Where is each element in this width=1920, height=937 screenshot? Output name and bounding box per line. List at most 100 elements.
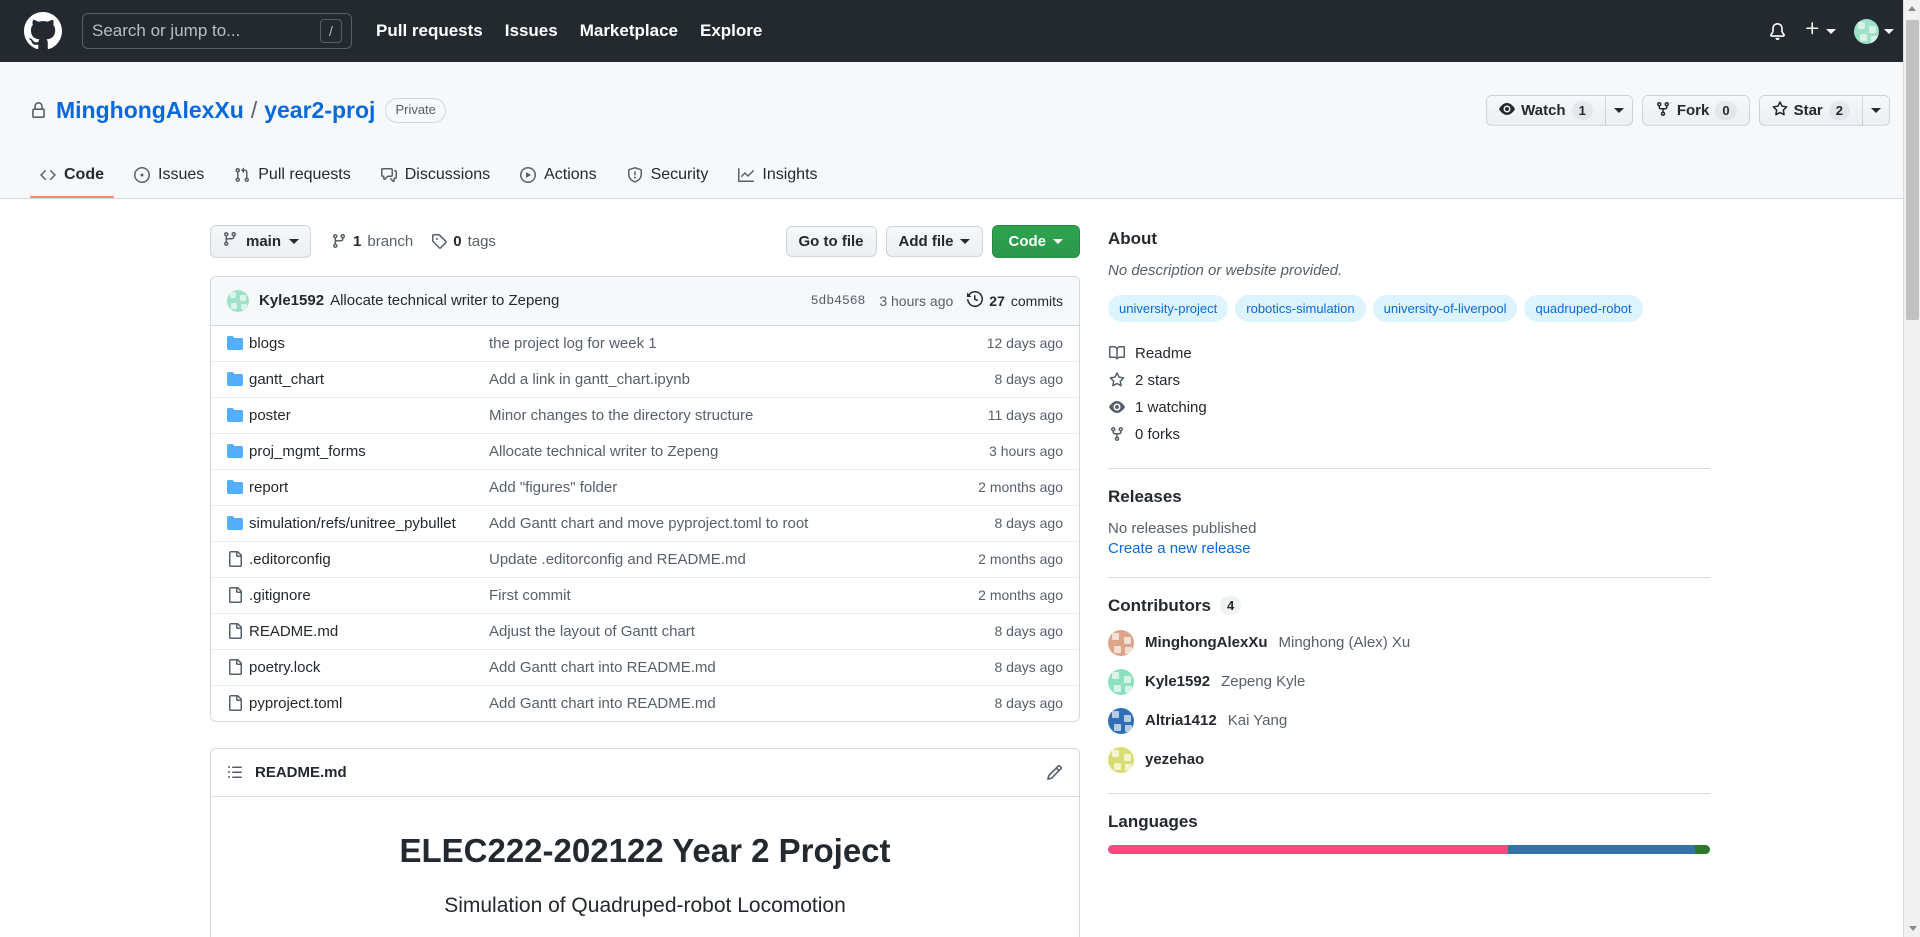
add-file-button[interactable]: Add file [885,225,983,257]
scrollbar-thumb[interactable] [1906,20,1919,320]
account-menu[interactable] [1854,18,1894,44]
repo-name-link[interactable]: year2-proj [264,97,375,124]
contributor-username: yezehao [1145,751,1205,769]
fork-button[interactable]: Fork 0 [1641,95,1750,127]
tab-code[interactable]: Code [30,158,114,198]
bell-icon[interactable] [1769,22,1786,40]
file-link[interactable]: README.md [249,623,338,640]
commit-message-link[interactable]: the project log for week 1 [489,335,657,352]
search-input[interactable]: Search or jump to... / [82,13,352,49]
create-release-link[interactable]: Create a new release [1108,540,1710,557]
contributor-row[interactable]: yezehao [1108,746,1710,773]
scroll-down-arrow-icon[interactable] [1904,920,1920,937]
avatar [1108,629,1134,656]
tab-security[interactable]: Security [617,158,719,198]
commit-sha[interactable]: 5db4568 [811,293,866,308]
topic-tag[interactable]: robotics-simulation [1235,294,1366,322]
table-row[interactable]: blogs the project log for week 1 12 days… [211,326,1079,361]
plus-icon [1804,20,1821,42]
commit-message-link[interactable]: Update .editorconfig and README.md [489,551,746,568]
github-logo-icon[interactable] [24,12,62,50]
global-nav-explore[interactable]: Explore [700,21,762,41]
table-row[interactable]: .editorconfig Update .editorconfig and R… [211,540,1079,577]
file-link[interactable]: poetry.lock [249,659,320,676]
watchers-link[interactable]: 1 watching [1108,394,1710,421]
global-nav-pull-requests[interactable]: Pull requests [376,21,483,41]
commit-author-link[interactable]: Kyle1592 [259,292,324,309]
file-age: 2 months ago [978,479,1063,496]
commit-message-link[interactable]: Allocate technical writer to Zepeng [330,292,559,309]
scroll-up-arrow-icon[interactable] [1904,0,1920,17]
table-row[interactable]: poetry.lock Add Gantt chart into README.… [211,648,1079,685]
global-nav-marketplace[interactable]: Marketplace [580,21,678,41]
readme-header: README.md [211,749,1079,797]
table-row[interactable]: README.md Adjust the layout of Gantt cha… [211,612,1079,649]
file-age: 2 months ago [978,551,1063,568]
stars-link[interactable]: 2 stars [1108,367,1710,394]
commit-history-link[interactable]: 27 commits [967,291,1063,310]
fork-count: 0 [1715,101,1737,121]
go-to-file-button[interactable]: Go to file [785,225,877,257]
table-row[interactable]: gantt_chart Add a link in gantt_chart.ip… [211,360,1079,397]
page-scrollbar[interactable] [1903,0,1920,937]
pencil-icon[interactable] [1046,764,1063,781]
branch-selector[interactable]: main [210,224,312,258]
file-commit-message: Add Gantt chart and move pyproject.toml … [489,515,995,532]
commit-message-link[interactable]: Add Gantt chart into README.md [489,659,716,676]
contributor-row[interactable]: MinghongAlexXu Minghong (Alex) Xu [1108,629,1710,656]
tab-issues[interactable]: Issues [124,158,214,198]
commit-message-link[interactable]: Add Gantt chart into README.md [489,695,716,712]
watch-dropdown-button[interactable] [1605,95,1633,127]
star-button[interactable]: Star 2 [1758,95,1863,127]
table-row[interactable]: pyproject.toml Add Gantt chart into READ… [211,684,1079,721]
watch-button-group[interactable]: Watch 1 [1486,95,1633,127]
file-link[interactable]: .editorconfig [249,551,331,568]
file-link[interactable]: pyproject.toml [249,695,342,712]
readme-link[interactable]: Readme [1108,340,1710,367]
file-link[interactable]: .gitignore [249,587,311,604]
language-segment-python[interactable] [1508,844,1695,854]
language-segment-cpp[interactable] [1108,844,1509,854]
topic-tag[interactable]: university-project [1108,294,1229,322]
commit-message-link[interactable]: Minor changes to the directory structure [489,407,753,424]
file-link[interactable]: simulation/refs/unitree_pybullet [249,515,456,532]
commit-message-link[interactable]: Allocate technical writer to Zepeng [489,443,718,460]
global-nav-issues[interactable]: Issues [505,21,558,41]
file-link[interactable]: gantt_chart [249,371,324,388]
topic-tag[interactable]: quadruped-robot [1524,294,1643,322]
table-row[interactable]: .gitignore First commit 2 months ago [211,576,1079,613]
tab-actions[interactable]: Actions [510,158,606,198]
tab-insights[interactable]: Insights [728,158,827,198]
topic-tag[interactable]: university-of-liverpool [1372,294,1518,322]
contributor-row[interactable]: Altria1412 Kai Yang [1108,707,1710,734]
contributor-row[interactable]: Kyle1592 Zepeng Kyle [1108,668,1710,695]
tags-link[interactable]: 0 tags [431,233,496,250]
chevron-down-icon [1613,108,1624,114]
commit-message-link[interactable]: First commit [489,587,571,604]
table-row[interactable]: report Add "figures" folder 2 months ago [211,468,1079,505]
create-new-menu[interactable] [1804,20,1836,42]
forks-link[interactable]: 0 forks [1108,421,1710,448]
star-button-group[interactable]: Star 2 [1758,95,1890,127]
repo-owner-link[interactable]: MinghongAlexXu [56,97,244,124]
watch-button[interactable]: Watch 1 [1486,95,1606,127]
list-unordered-icon[interactable] [227,764,243,780]
tag-count-label: tags [467,232,496,250]
tab-pull-requests[interactable]: Pull requests [224,158,361,198]
tab-discussions[interactable]: Discussions [371,158,500,198]
commit-message-link[interactable]: Add a link in gantt_chart.ipynb [489,371,690,388]
commit-message-link[interactable]: Add "figures" folder [489,479,617,496]
branches-link[interactable]: 1 branch [331,233,413,250]
table-row[interactable]: simulation/refs/unitree_pybullet Add Gan… [211,504,1079,541]
file-link[interactable]: poster [249,407,291,424]
file-link[interactable]: blogs [249,335,285,352]
commit-message-link[interactable]: Adjust the layout of Gantt chart [489,623,695,640]
star-dropdown-button[interactable] [1863,95,1890,127]
table-row[interactable]: proj_mgmt_forms Allocate technical write… [211,432,1079,469]
language-segment-other[interactable] [1694,844,1710,854]
file-link[interactable]: proj_mgmt_forms [249,443,366,460]
file-link[interactable]: report [249,479,288,496]
commit-message-link[interactable]: Add Gantt chart and move pyproject.toml … [489,515,808,532]
table-row[interactable]: poster Minor changes to the directory st… [211,396,1079,433]
code-button[interactable]: Code [991,224,1080,258]
